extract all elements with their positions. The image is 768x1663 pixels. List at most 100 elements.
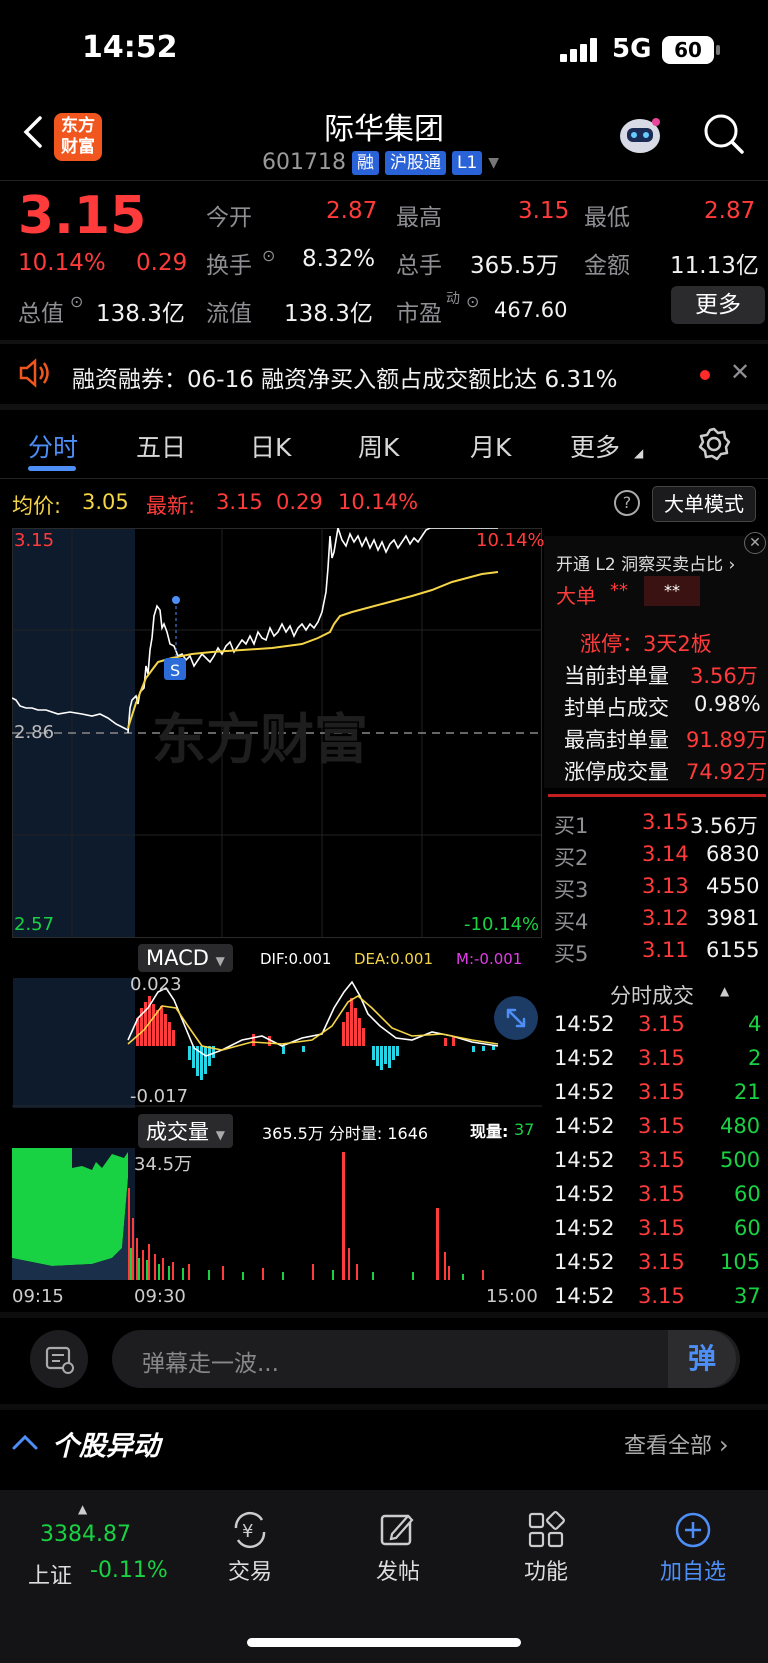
more-button[interactable]: 更多	[671, 286, 765, 324]
macd-selector[interactable]: MACD ▼	[138, 944, 233, 972]
info-circle-icon[interactable]: ⊙	[466, 292, 479, 311]
battery-nub	[716, 45, 720, 55]
trade-time: 14:52	[554, 1182, 615, 1206]
index-value[interactable]: 3384.87	[40, 1522, 131, 1547]
danmu-send-button[interactable]: 弹	[668, 1330, 736, 1388]
danmu-settings-icon[interactable]	[30, 1330, 88, 1388]
tab-five-day[interactable]: 五日	[136, 428, 186, 464]
macd-dea: DEA:0.001	[354, 950, 434, 968]
pre-volume-green	[12, 1148, 128, 1266]
chevron-up-icon: ▲	[720, 984, 730, 998]
limit-row-value: 74.92万	[686, 760, 768, 784]
signal-icon	[560, 38, 600, 62]
bid-qty: 6155	[706, 938, 760, 962]
chevron-up-icon[interactable]	[10, 1430, 40, 1454]
avg-price-line	[127, 571, 499, 729]
l2-promo-text: 开通 L2 洞察买卖占比	[556, 555, 724, 575]
big-order-value-2: **	[644, 576, 700, 606]
danmu-input[interactable]: 弹幕走一波... 弹	[112, 1330, 740, 1388]
axis-price-mid: 2.86	[14, 722, 55, 743]
bid-label: 买5	[554, 942, 589, 966]
volume-selector[interactable]: 成交量 ▼	[138, 1114, 233, 1148]
pe-dynamic-sup: 动	[446, 291, 460, 307]
latest-label: 最新:	[146, 494, 196, 518]
tab-indicator	[28, 466, 76, 471]
macd-dif: DIF:0.001	[260, 950, 332, 968]
trade-time: 14:52	[554, 1148, 615, 1172]
nav-trade[interactable]: ¥ 交易	[210, 1510, 290, 1590]
trade-price: 3.15	[638, 1046, 685, 1070]
nav-post[interactable]: 发帖	[358, 1510, 438, 1590]
expand-icon[interactable]	[494, 996, 538, 1040]
info-circle-icon[interactable]: ⊙	[262, 246, 275, 265]
stat-value-mktcap: 138.3亿	[96, 301, 185, 327]
stat-value-volume: 365.5万	[470, 253, 559, 279]
index-expand-icon[interactable]: ▲	[78, 1502, 87, 1516]
bid-qty: 3.56万	[690, 814, 758, 838]
big-order-value-1: **	[610, 580, 628, 601]
stat-label-high: 最高	[396, 205, 442, 231]
notice-text[interactable]: 融资融券：06-16 融资净买入额占成交额比达 6.31%	[72, 360, 618, 394]
info-circle-icon[interactable]: ⊙	[70, 292, 83, 311]
trade-time: 14:52	[554, 1284, 615, 1308]
close-icon[interactable]: ✕	[744, 532, 766, 554]
stat-label-pe: 市盈	[396, 301, 442, 327]
stat-label-volume: 总手	[396, 253, 442, 279]
change-percent: 10.14%	[18, 250, 106, 276]
help-icon[interactable]: ?	[614, 490, 640, 516]
chevron-down-icon: ▼	[215, 1128, 225, 1142]
macd-m: M:-0.001	[456, 950, 523, 968]
trade-price: 3.15	[638, 1182, 685, 1206]
trade-volume: 37	[734, 1284, 761, 1308]
time-axis-close: 15:00	[486, 1286, 538, 1307]
tab-more[interactable]: 更多	[570, 428, 620, 464]
divider	[0, 340, 768, 344]
divider	[0, 1404, 768, 1410]
big-order-mode-button[interactable]: 大单模式	[652, 486, 756, 522]
stat-value-turnover: 8.32%	[302, 246, 376, 272]
limit-row-label: 涨停成交量	[564, 760, 669, 784]
index-name[interactable]: 上证	[28, 1558, 72, 1590]
tab-intraday[interactable]: 分时	[28, 428, 78, 464]
chevron-right-icon: ›	[728, 555, 736, 575]
nav-add-watchlist[interactable]: 加自选	[648, 1510, 738, 1590]
tab-daily-k[interactable]: 日K	[250, 428, 291, 464]
tab-monthly-k[interactable]: 月K	[470, 428, 511, 464]
tab-weekly-k[interactable]: 周K	[358, 428, 399, 464]
avg-label: 均价:	[12, 494, 62, 518]
trade-volume: 4	[748, 1012, 762, 1036]
bid-price: 3.12	[642, 906, 689, 930]
limit-up-title: 涨停：3天2板	[580, 632, 712, 656]
l2-promo-link[interactable]: 开通 L2 洞察买卖占比 ›	[556, 550, 735, 575]
axis-price-high: 3.15	[14, 530, 55, 551]
view-all-link[interactable]: 查看全部 ›	[624, 1428, 729, 1460]
volume-now-label: 现量:	[470, 1122, 509, 1141]
marker-dot	[172, 596, 180, 604]
axis-price-low: 2.57	[14, 914, 55, 935]
volume-axis-max: 34.5万	[134, 1154, 193, 1175]
gear-icon[interactable]	[696, 426, 732, 462]
nav-trade-label: 交易	[227, 1560, 272, 1585]
stock-code: 601718	[262, 150, 346, 175]
search-icon[interactable]	[702, 112, 746, 156]
panel-divider	[548, 794, 766, 797]
trade-time: 14:52	[554, 1046, 615, 1070]
home-indicator[interactable]	[247, 1638, 521, 1647]
stat-label-mktcap: 总值	[18, 301, 64, 327]
trade-time: 14:52	[554, 1250, 615, 1274]
index-change[interactable]: -0.11%	[90, 1558, 168, 1583]
chevron-right-icon: ›	[719, 1431, 729, 1459]
change-amount: 0.29	[136, 250, 188, 276]
axis-pct-high: 10.14%	[476, 530, 545, 551]
nav-functions[interactable]: 功能	[506, 1510, 586, 1590]
trade-volume: 60	[734, 1182, 761, 1206]
tab-more-arrow-icon: ◢	[634, 446, 644, 460]
axis-pct-low: -10.14%	[464, 914, 540, 935]
limit-row-value: 0.98%	[694, 692, 761, 716]
battery-icon: 60	[662, 36, 714, 64]
close-icon[interactable]: ✕	[730, 358, 750, 386]
stock-code-row[interactable]: 601718 融 沪股通 L1 ▼	[262, 150, 499, 175]
stat-value-pe: 467.60	[494, 298, 568, 322]
trades-title[interactable]: 分时成交	[610, 980, 694, 1010]
robot-assistant-icon[interactable]	[614, 110, 666, 158]
